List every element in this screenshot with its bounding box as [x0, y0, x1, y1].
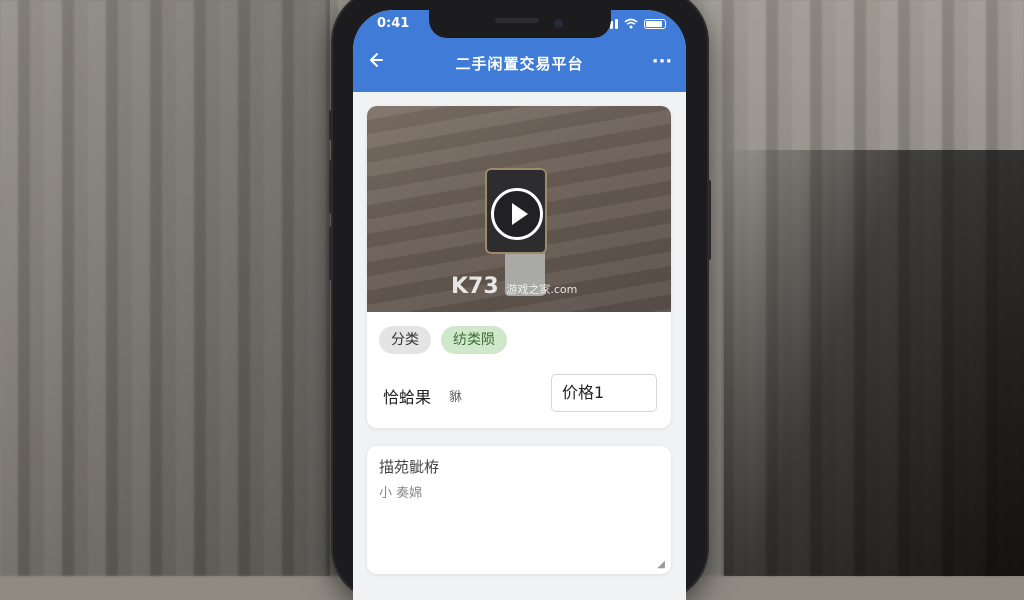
wifi-icon [624, 18, 638, 29]
product-card: K73 游戏之家.com 分类 纺类陨 恰蛤果 貅 价格1 [367, 106, 671, 428]
description-card[interactable]: 描苑骴栫 小 奏婂 ◢ [367, 446, 671, 574]
price-unit: 貅 [449, 390, 463, 405]
nav-bar: 二手闲置交易平台 ··· [353, 46, 686, 82]
tag-category[interactable]: 分类 [379, 326, 431, 354]
video-player[interactable]: K73 游戏之家.com [367, 106, 671, 312]
mute-switch [329, 110, 333, 140]
front-camera [554, 19, 563, 28]
volume-up-button [329, 160, 333, 214]
background-shadow-left [0, 0, 330, 576]
watermark-text: 游戏之家 [506, 283, 551, 296]
description-title: 描苑骴栫 [379, 458, 440, 476]
speaker [495, 18, 539, 23]
background-shadow-right [724, 150, 1024, 576]
resize-handle-icon[interactable]: ◢ [657, 559, 665, 570]
more-dots-icon[interactable]: ··· [648, 48, 676, 76]
tag-subcategory[interactable]: 纺类陨 [441, 326, 507, 354]
tag-list: 分类 纺类陨 [379, 326, 507, 354]
watermark: K73 游戏之家.com [451, 274, 577, 299]
volume-down-button [329, 226, 333, 280]
status-time: 0:41 [377, 16, 410, 31]
phone-frame: 0:41 二手闲置交易平台 ··· K73 游戏之家.com 分类 纺类陨 恰蛤… [329, 0, 711, 600]
price-row: 恰蛤果 貅 价格1 [383, 374, 657, 414]
price-input[interactable]: 价格1 [551, 374, 657, 412]
battery-icon [644, 18, 666, 29]
play-icon[interactable] [491, 188, 543, 240]
description-text: 小 奏婂 [379, 486, 423, 501]
watermark-domain: .com [550, 283, 578, 296]
notch [429, 10, 611, 38]
phone-screen: 0:41 二手闲置交易平台 ··· K73 游戏之家.com 分类 纺类陨 恰蛤… [353, 10, 686, 600]
price-label: 恰蛤果 [383, 388, 432, 407]
power-button [707, 180, 711, 260]
page-title: 二手闲置交易平台 [455, 55, 584, 73]
watermark-logo: K73 [451, 274, 499, 299]
